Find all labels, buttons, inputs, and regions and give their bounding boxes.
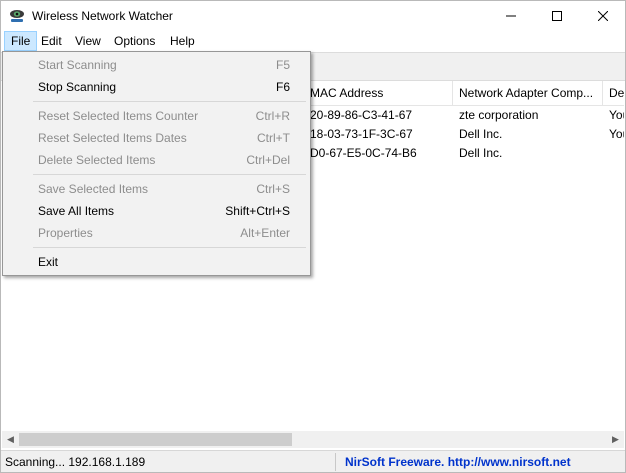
menu-item-stop-scanning[interactable]: Stop Scanning F6 — [5, 76, 308, 98]
menu-item-reset-dates[interactable]: Reset Selected Items Dates Ctrl+T — [5, 127, 308, 149]
menu-help[interactable]: Help — [164, 32, 201, 50]
menu-item-label: Properties — [38, 226, 93, 240]
cell-vendor: zte corporation — [459, 108, 539, 122]
menu-item-delete-selected[interactable]: Delete Selected Items Ctrl+Del — [5, 149, 308, 171]
menu-item-label: Reset Selected Items Dates — [38, 131, 187, 145]
minimize-button[interactable] — [488, 1, 534, 31]
cell-device: You — [609, 108, 624, 122]
menu-item-shortcut: F6 — [275, 80, 290, 94]
close-button[interactable] — [580, 1, 625, 31]
menu-bar: File Edit View Options Help — [1, 31, 625, 51]
menu-item-save-all[interactable]: Save All Items Shift+Ctrl+S — [5, 200, 308, 222]
menu-separator — [33, 174, 306, 175]
menu-options[interactable]: Options — [108, 32, 161, 50]
menu-file[interactable]: File — [4, 31, 38, 51]
app-window: Wireless Network Watcher File Edit View … — [0, 0, 626, 473]
menu-item-label: Start Scanning — [38, 58, 117, 72]
cell-vendor: Dell Inc. — [459, 146, 503, 160]
menu-item-shortcut: Ctrl+Del — [246, 153, 290, 167]
cell-device — [603, 144, 624, 163]
cell-mac: D0-67-E5-0C-74-B6 — [310, 146, 417, 160]
close-icon — [598, 11, 608, 21]
menu-view[interactable]: View — [69, 32, 107, 50]
menu-item-label: Save Selected Items — [38, 182, 149, 196]
maximize-icon — [552, 11, 562, 21]
window-title: Wireless Network Watcher — [32, 9, 173, 23]
menu-edit[interactable]: Edit — [35, 32, 68, 50]
menu-item-exit[interactable]: Exit — [5, 251, 308, 273]
cell-vendor: Dell Inc. — [459, 127, 503, 141]
nirsoft-link[interactable]: NirSoft Freeware. http://www.nirsoft.net — [345, 455, 571, 469]
menu-item-label: Reset Selected Items Counter — [38, 109, 199, 123]
menu-separator — [33, 101, 306, 102]
wifi-eye-app-icon — [9, 8, 25, 24]
menu-item-shortcut: Ctrl+S — [256, 182, 290, 196]
maximize-button[interactable] — [534, 1, 580, 31]
scroll-left-icon[interactable]: ◀ — [2, 431, 19, 448]
horizontal-scrollbar[interactable]: ◀ ▶ — [2, 431, 624, 448]
title-bar[interactable]: Wireless Network Watcher — [1, 1, 625, 31]
cell-mac: 18-03-73-1F-3C-67 — [310, 127, 413, 141]
menu-item-label: Exit — [38, 255, 59, 269]
status-divider — [335, 453, 336, 471]
menu-item-start-scanning[interactable]: Start Scanning F5 — [5, 54, 308, 76]
menu-item-properties[interactable]: Properties Alt+Enter — [5, 222, 308, 244]
menu-item-shortcut: F5 — [275, 58, 290, 72]
menu-item-save-selected[interactable]: Save Selected Items Ctrl+S — [5, 178, 308, 200]
column-header-device[interactable]: Dev — [603, 81, 624, 105]
minimize-icon — [506, 15, 516, 17]
status-scanning-text: Scanning... 192.168.1.189 — [5, 455, 146, 469]
cell-mac: 20-89-86-C3-41-67 — [310, 108, 413, 122]
menu-item-reset-counter[interactable]: Reset Selected Items Counter Ctrl+R — [5, 105, 308, 127]
menu-item-label: Delete Selected Items — [38, 153, 156, 167]
scroll-right-icon[interactable]: ▶ — [607, 431, 624, 448]
menu-item-shortcut: Shift+Ctrl+S — [225, 204, 290, 218]
menu-item-shortcut: Ctrl+T — [257, 131, 290, 145]
column-header-adapter-company[interactable]: Network Adapter Comp... — [453, 81, 603, 105]
status-bar: Scanning... 192.168.1.189 NirSoft Freewa… — [1, 450, 625, 472]
menu-separator — [33, 247, 306, 248]
menu-item-label: Stop Scanning — [38, 80, 117, 94]
cell-device: You — [609, 127, 624, 141]
scrollbar-thumb[interactable] — [19, 433, 292, 446]
column-header-mac[interactable]: MAC Address — [304, 81, 453, 105]
menu-item-shortcut: Ctrl+R — [255, 109, 290, 123]
menu-item-shortcut: Alt+Enter — [240, 226, 290, 240]
menu-item-label: Save All Items — [38, 204, 115, 218]
file-menu-dropdown: Start Scanning F5 Stop Scanning F6 Reset… — [2, 51, 311, 276]
